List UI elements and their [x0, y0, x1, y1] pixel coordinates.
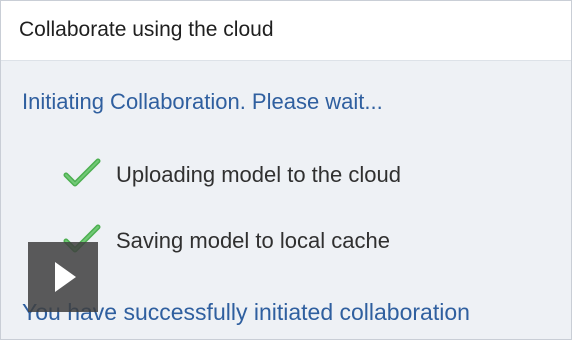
video-play-button[interactable] [28, 242, 98, 312]
status-heading: Initiating Collaboration. Please wait... [22, 89, 383, 114]
play-icon [28, 242, 98, 312]
step-label: Saving model to local cache [116, 228, 390, 253]
dialog-title: Collaborate using the cloud [19, 18, 274, 41]
dialog-titlebar: Collaborate using the cloud [1, 1, 571, 61]
check-icon [63, 158, 101, 188]
collaboration-dialog: Collaborate using the cloud Initiating C… [0, 0, 572, 340]
step-saving-cache: Saving model to local cache [63, 223, 543, 259]
step-label: Uploading model to the cloud [116, 162, 401, 187]
step-uploading-model: Uploading model to the cloud [63, 157, 543, 193]
